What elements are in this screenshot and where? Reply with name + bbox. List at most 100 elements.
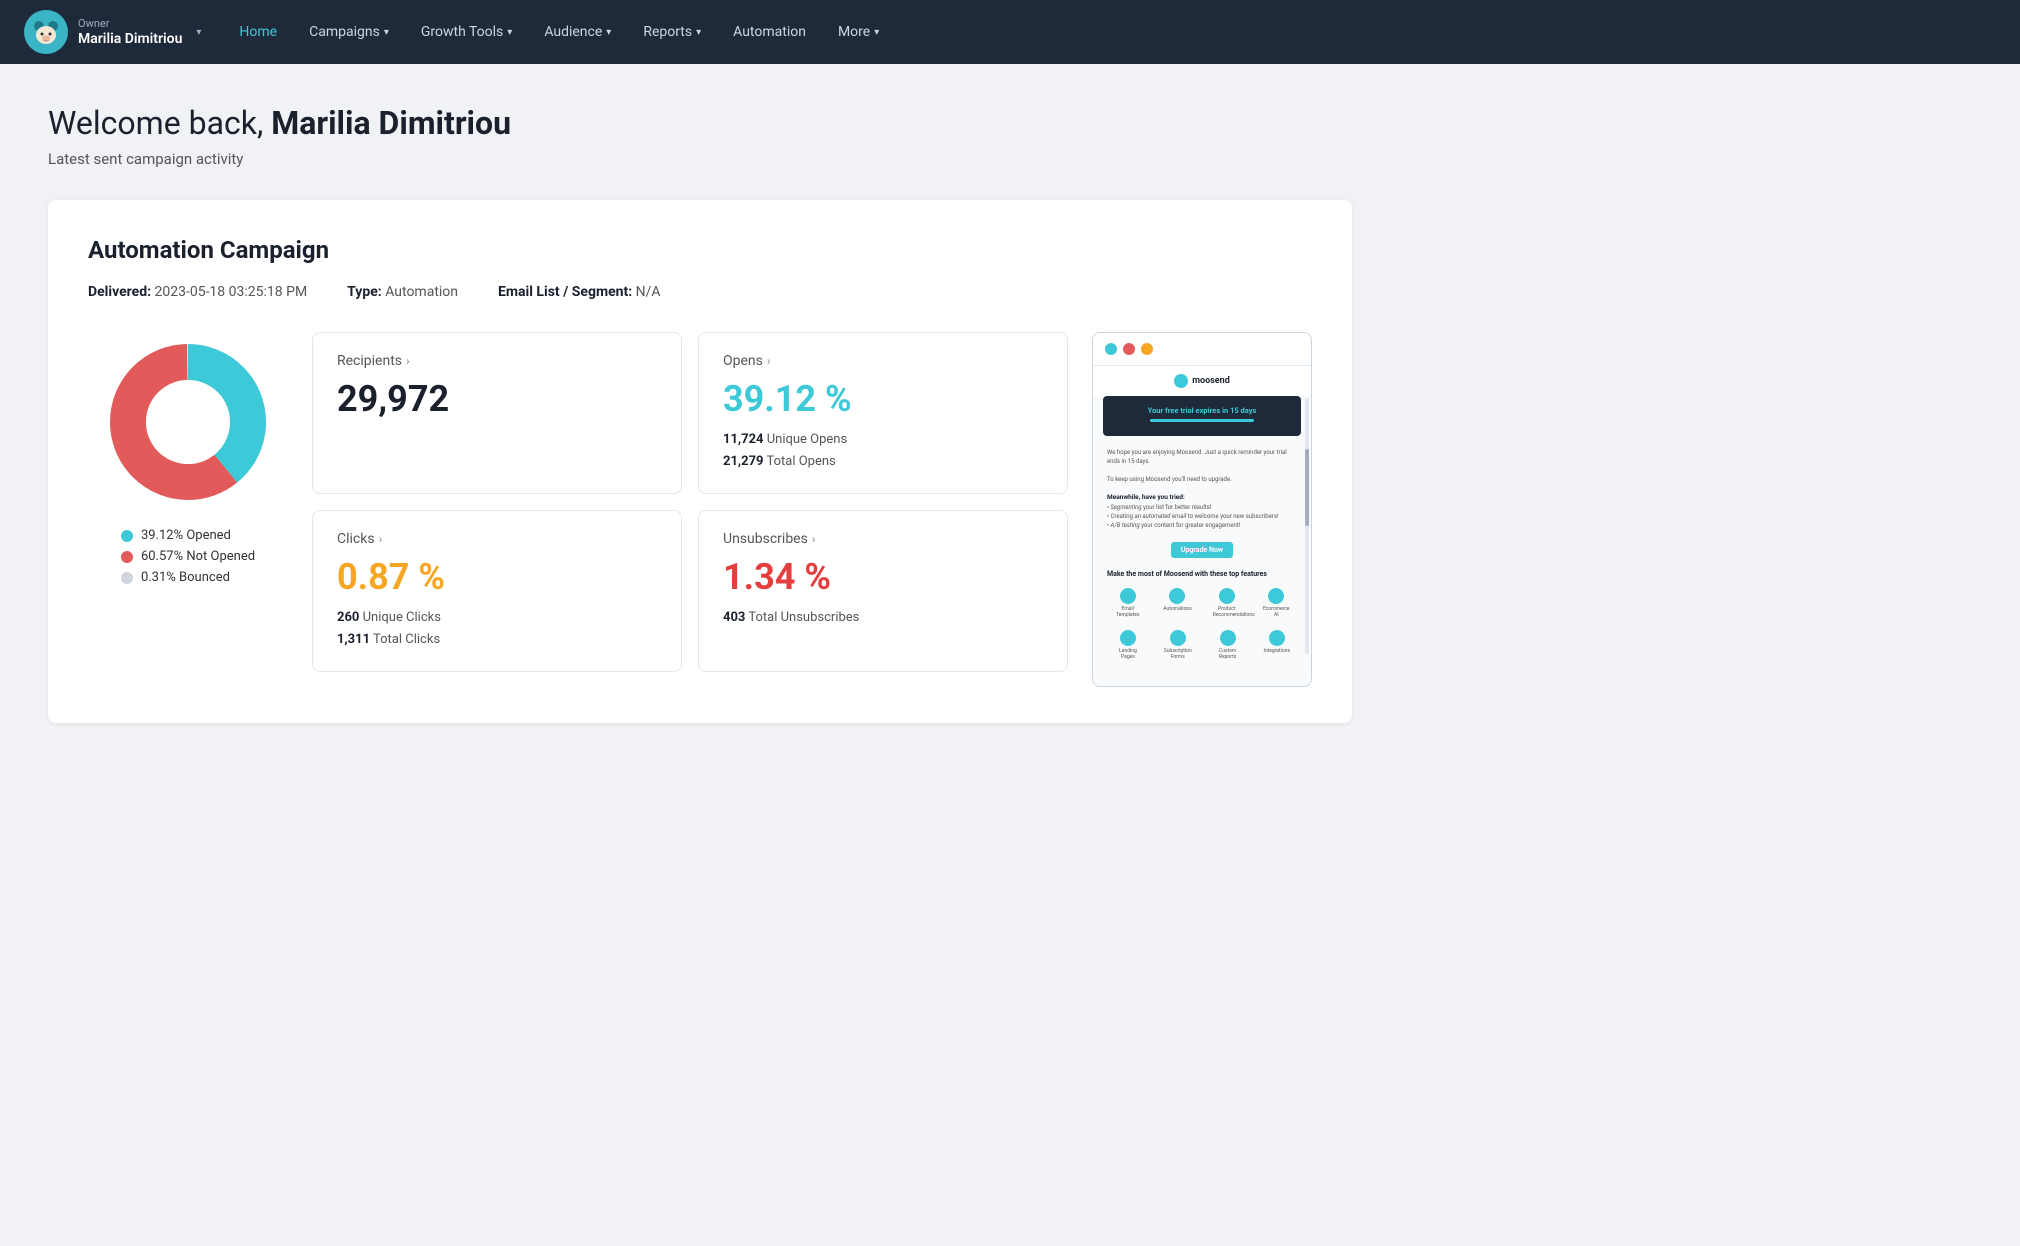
- nav-item-growth-tools[interactable]: Growth Tools ▾: [407, 16, 526, 48]
- nav-item-more[interactable]: More ▾: [824, 16, 893, 48]
- subscription-icon: [1170, 630, 1186, 646]
- email-templates-label: Email Templates: [1114, 606, 1142, 618]
- email-preview-section: moosend Your free trial expires in 15 da…: [1092, 332, 1312, 687]
- integrations-icon: [1269, 630, 1285, 646]
- preview-upgrade-button[interactable]: Upgrade Now: [1171, 542, 1233, 558]
- preview-dot-red: [1123, 343, 1135, 355]
- preview-dot-teal: [1105, 343, 1117, 355]
- nav-item-home[interactable]: Home: [225, 16, 291, 48]
- delivered-field: Delivered: 2023-05-18 03:25:18 PM: [88, 284, 307, 300]
- nav-brand[interactable]: Owner Marilia Dimitriou ▾: [24, 10, 201, 54]
- owner-label: Owner: [78, 17, 182, 30]
- nav-logo: [24, 10, 68, 54]
- product-rec-label: Product Recommendations: [1213, 606, 1241, 618]
- preview-icons-row-2: Landing Pages Subscription Forms Custom …: [1093, 624, 1311, 666]
- stats-layout: 39.12% Opened 60.57% Not Opened 0.31% Bo…: [88, 332, 1312, 687]
- email-list-field: Email List / Segment: N/A: [498, 284, 661, 300]
- legend-label-opened: 39.12% Opened: [141, 528, 231, 543]
- legend-bounced: 0.31% Bounced: [121, 570, 255, 585]
- preview-logo-icon: [1174, 374, 1188, 388]
- donut-section: 39.12% Opened 60.57% Not Opened 0.31% Bo…: [88, 332, 288, 585]
- opens-sub: 11,724 Unique Opens 21,279 Total Opens: [723, 429, 1043, 473]
- nav-item-automation[interactable]: Automation: [719, 16, 820, 48]
- reports-chevron-icon: ▾: [696, 27, 701, 38]
- preview-icons-row-1: Email Templates Automations Product Reco…: [1093, 582, 1311, 624]
- nav-owner-section: Owner Marilia Dimitriou: [78, 17, 182, 46]
- legend-dot-bounced: [121, 572, 133, 584]
- type-field: Type: Automation: [347, 284, 458, 300]
- preview-icon-custom-reports: Custom Reports: [1214, 630, 1242, 660]
- opens-title[interactable]: Opens ›: [723, 353, 1043, 369]
- email-preview-frame: moosend Your free trial expires in 15 da…: [1092, 332, 1312, 687]
- ecommerce-ai-label: Ecommerce AI: [1262, 606, 1290, 618]
- campaign-meta: Delivered: 2023-05-18 03:25:18 PM Type: …: [88, 284, 1312, 300]
- opens-value: 39.12 %: [723, 381, 1043, 417]
- legend-not-opened: 60.57% Not Opened: [121, 549, 255, 564]
- donut-legend: 39.12% Opened 60.57% Not Opened 0.31% Bo…: [121, 528, 255, 585]
- legend-opened: 39.12% Opened: [121, 528, 255, 543]
- nav-item-reports[interactable]: Reports ▾: [629, 16, 715, 48]
- preview-scrollbar[interactable]: [1305, 398, 1309, 654]
- nav-home-label: Home: [239, 24, 277, 40]
- campaigns-chevron-icon: ▾: [384, 27, 389, 38]
- preview-icon-product-rec: Product Recommendations: [1213, 588, 1241, 618]
- preview-progress-bar: [1150, 419, 1254, 422]
- landing-pages-icon: [1120, 630, 1136, 646]
- nav-growth-tools-label: Growth Tools: [421, 24, 503, 40]
- automations-icon: [1169, 588, 1185, 604]
- nav-item-audience[interactable]: Audience ▾: [530, 16, 625, 48]
- clicks-value: 0.87 %: [337, 559, 657, 595]
- stat-box-opens: Opens › 39.12 % 11,724 Unique Opens 21,2…: [698, 332, 1068, 494]
- preview-dot-yellow: [1141, 343, 1153, 355]
- more-chevron-icon: ▾: [874, 27, 879, 38]
- preview-icon-email-templates: Email Templates: [1114, 588, 1142, 618]
- recipients-value: 29,972: [337, 381, 657, 417]
- clicks-sub: 260 Unique Clicks 1,311 Total Clicks: [337, 607, 657, 651]
- unsubscribes-value: 1.34 %: [723, 559, 1043, 595]
- custom-reports-icon: [1220, 630, 1236, 646]
- welcome-title: Welcome back, Marilia Dimitriou: [48, 104, 1352, 142]
- clicks-arrow-icon: ›: [379, 532, 383, 546]
- unsubscribes-sub: 403 Total Unsubscribes: [723, 607, 1043, 629]
- landing-pages-label: Landing Pages: [1114, 648, 1142, 660]
- product-rec-icon: [1219, 588, 1235, 604]
- recipients-title[interactable]: Recipients ›: [337, 353, 657, 369]
- subscription-label: Subscription Forms: [1164, 648, 1192, 660]
- owner-name: Marilia Dimitriou: [78, 31, 182, 47]
- preview-icon-landing: Landing Pages: [1114, 630, 1142, 660]
- custom-reports-label: Custom Reports: [1214, 648, 1242, 660]
- audience-chevron-icon: ▾: [606, 27, 611, 38]
- preview-text-body1: We hope you are enjoying Moosend. Just a…: [1093, 444, 1311, 534]
- email-templates-icon: [1120, 588, 1136, 604]
- preview-icon-ecommerce-ai: Ecommerce AI: [1262, 588, 1290, 618]
- preview-titlebar: [1093, 333, 1311, 366]
- welcome-name: Marilia Dimitriou: [271, 104, 511, 142]
- owner-chevron-icon[interactable]: ▾: [196, 27, 201, 38]
- clicks-title[interactable]: Clicks ›: [337, 531, 657, 547]
- main-content: Welcome back, Marilia Dimitriou Latest s…: [0, 64, 1400, 763]
- preview-icon-automations: Automations: [1163, 588, 1191, 618]
- nav-items: Home Campaigns ▾ Growth Tools ▾ Audience…: [225, 16, 1996, 48]
- legend-label-not-opened: 60.57% Not Opened: [141, 549, 255, 564]
- preview-cta[interactable]: Upgrade Now: [1093, 542, 1311, 558]
- stat-boxes: Recipients › 29,972 Opens › 39.12 % 11,7…: [312, 332, 1068, 672]
- legend-dot-opened: [121, 530, 133, 542]
- unsubscribes-arrow-icon: ›: [812, 532, 816, 546]
- nav-more-label: More: [838, 24, 870, 40]
- nav-campaigns-label: Campaigns: [309, 24, 380, 40]
- preview-logo-row: moosend: [1093, 366, 1311, 396]
- nav-audience-label: Audience: [544, 24, 602, 40]
- welcome-subtitle: Latest sent campaign activity: [48, 150, 1352, 168]
- preview-scrollbar-thumb: [1305, 449, 1309, 526]
- nav-reports-label: Reports: [643, 24, 692, 40]
- nav-automation-label: Automation: [733, 24, 806, 40]
- legend-label-bounced: 0.31% Bounced: [141, 570, 230, 585]
- navbar: Owner Marilia Dimitriou ▾ Home Campaigns…: [0, 0, 2020, 64]
- preview-icon-integrations: Integrations: [1263, 630, 1290, 660]
- nav-item-campaigns[interactable]: Campaigns ▾: [295, 16, 403, 48]
- unsubscribes-title[interactable]: Unsubscribes ›: [723, 531, 1043, 547]
- stat-box-clicks: Clicks › 0.87 % 260 Unique Clicks 1,311 …: [312, 510, 682, 672]
- stat-box-unsubscribes: Unsubscribes › 1.34 % 403 Total Unsubscr…: [698, 510, 1068, 672]
- preview-body: moosend Your free trial expires in 15 da…: [1093, 366, 1311, 686]
- campaign-card: Automation Campaign Delivered: 2023-05-1…: [48, 200, 1352, 723]
